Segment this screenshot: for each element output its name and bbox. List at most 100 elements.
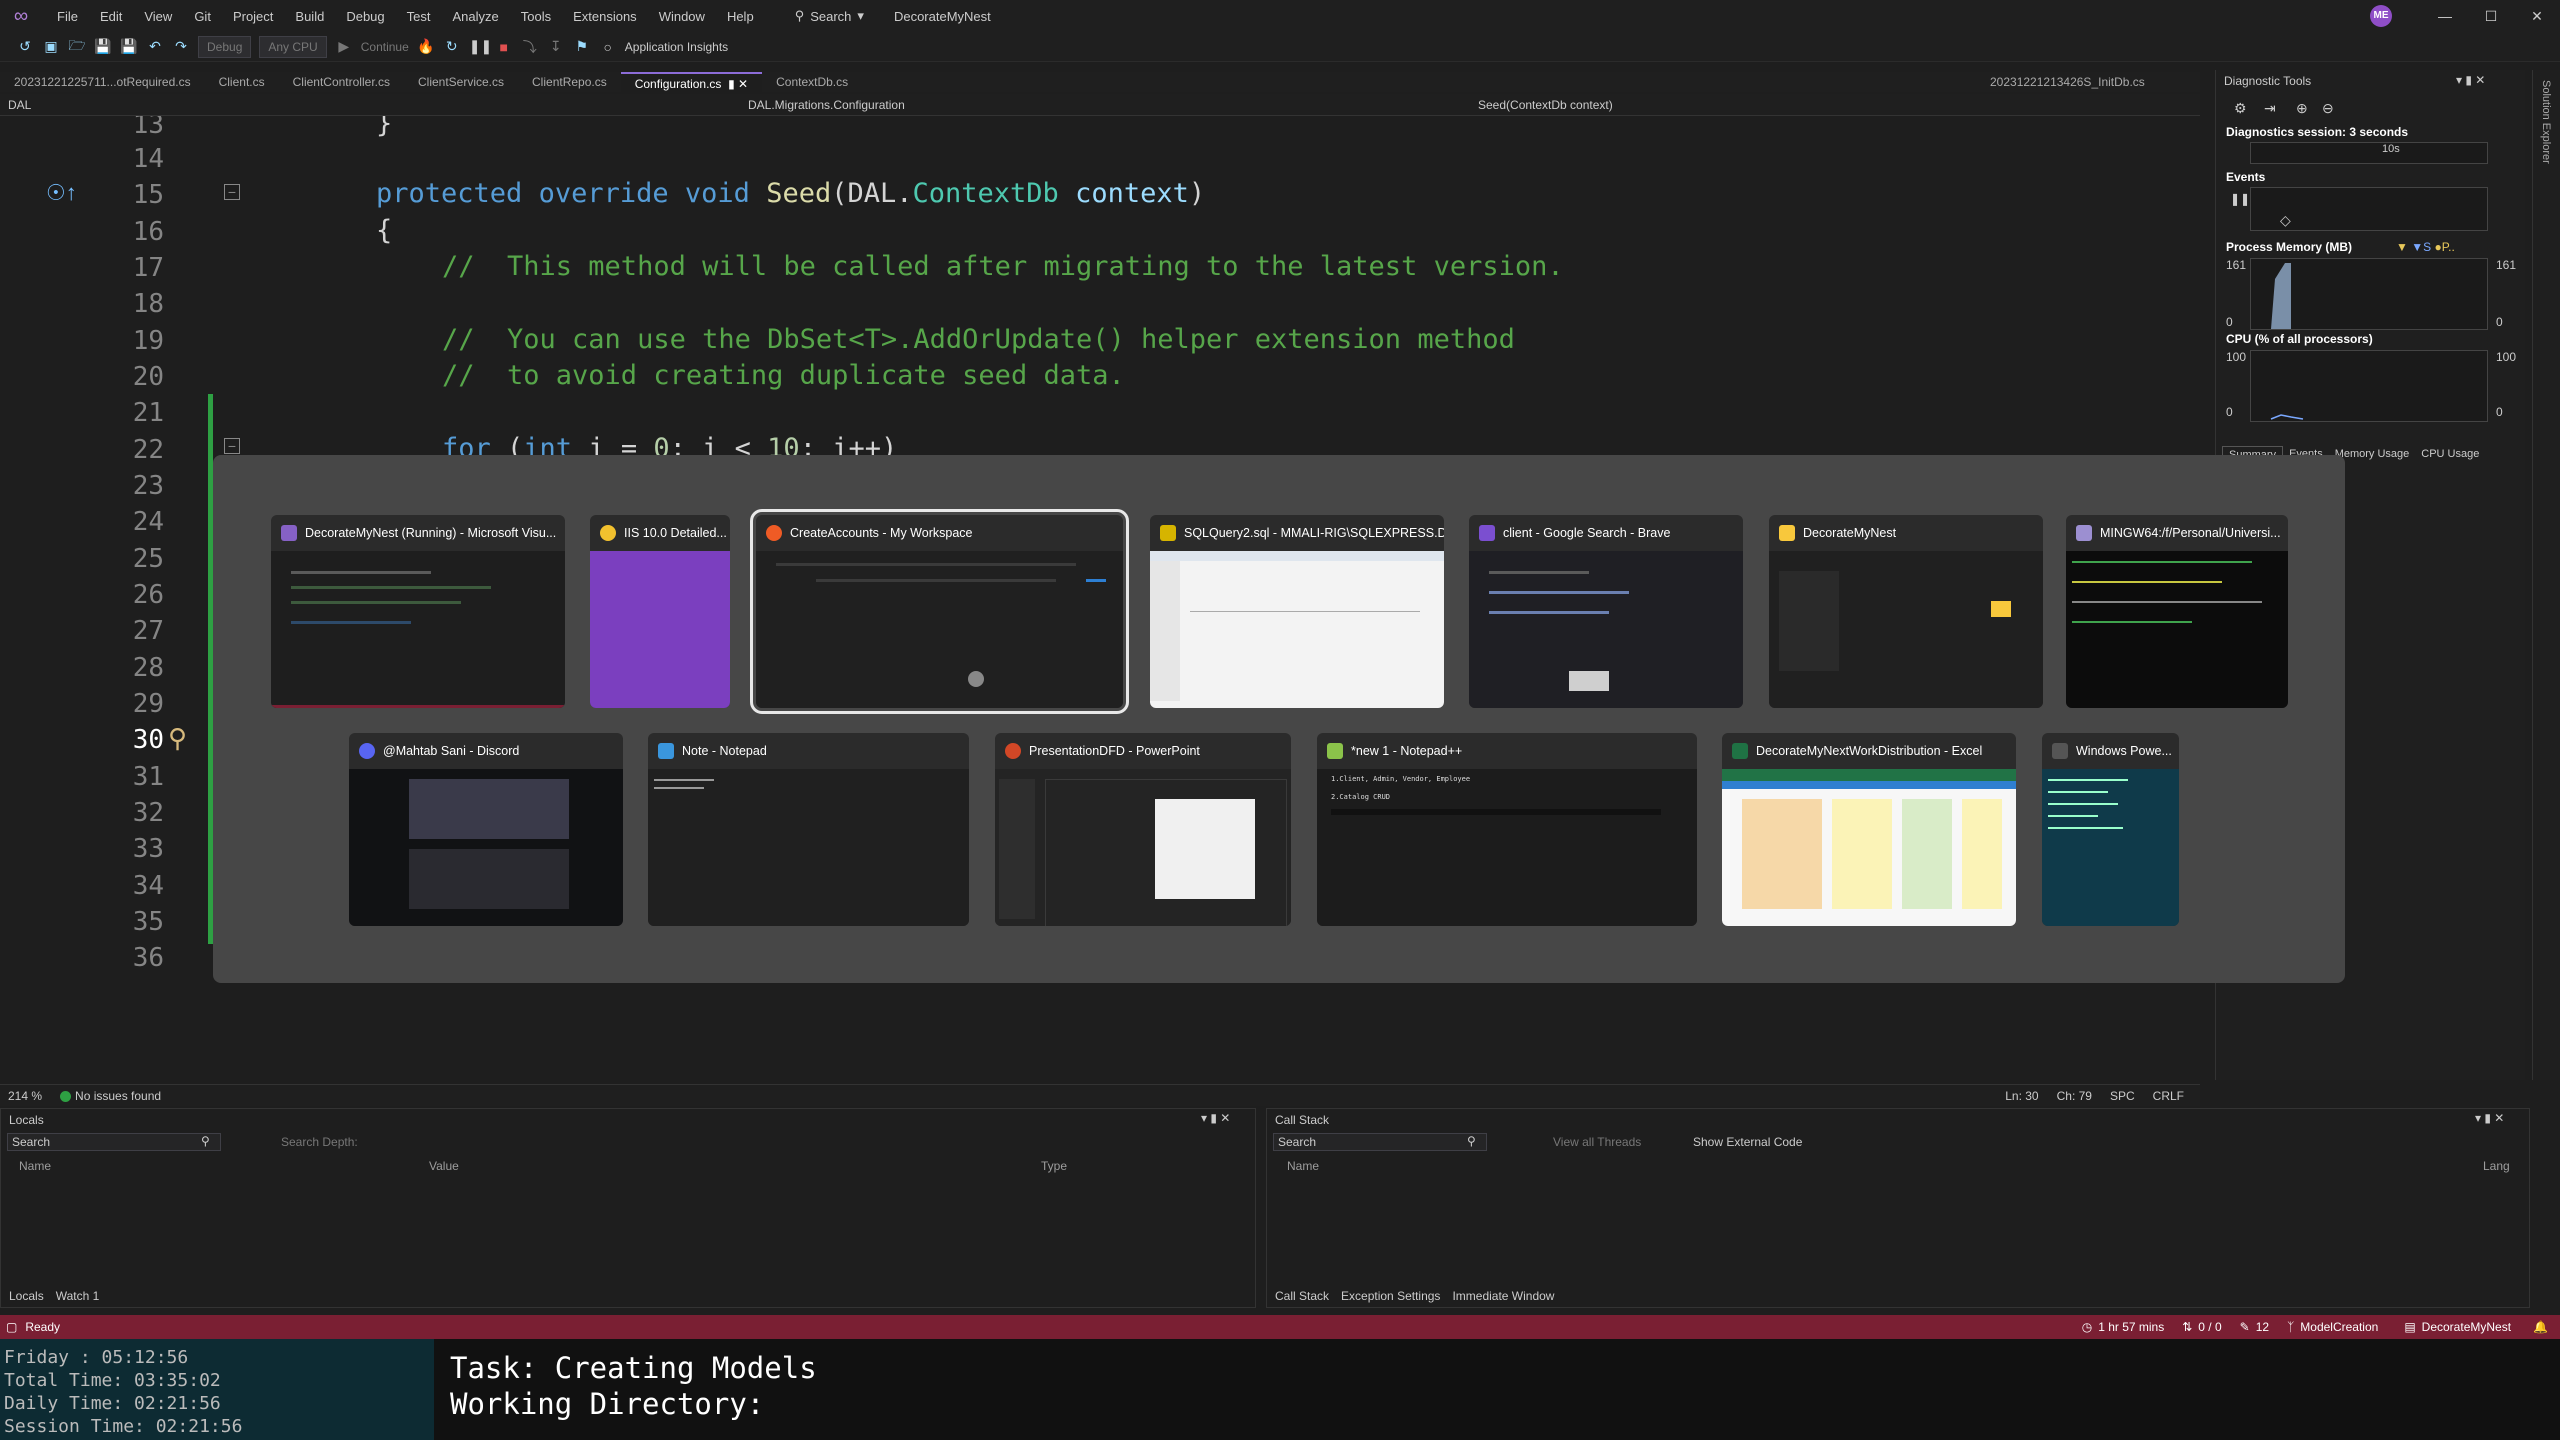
window-tile-git-bash[interactable]: MINGW64:/f/Personal/Universi... [2066,515,2288,708]
tab-init-db[interactable]: 20231221213426S_InitDb.cs [1990,72,2145,92]
close-button[interactable]: ✕ [2514,8,2560,25]
window-tile-powerpoint[interactable]: PresentationDFD - PowerPoint [995,733,1291,926]
tab-client[interactable]: Client.cs [205,72,279,92]
line-indicator[interactable]: Ln: 30 [2005,1089,2038,1103]
search-icon[interactable]: ⚲ [201,1134,210,1148]
cpu-graph[interactable] [2250,350,2488,422]
tab-call-stack[interactable]: Call Stack [1275,1289,1329,1303]
tab-client-service[interactable]: ClientService.cs [404,72,518,92]
tab-locals[interactable]: Locals [9,1289,44,1303]
locals-col-value[interactable]: Value [429,1159,459,1173]
timeline-ruler[interactable] [2250,142,2488,164]
back-icon[interactable]: ↺ [16,38,34,55]
stop-icon[interactable]: ■ [495,39,513,55]
type-dropdown[interactable]: DAL.Migrations.Configuration [740,98,1470,112]
git-repo[interactable]: DecorateMyNest [2422,1320,2511,1334]
solution-explorer-tab[interactable]: Solution Explorer [2540,80,2552,164]
window-tile-postman[interactable]: CreateAccounts - My Workspace [750,509,1129,714]
avatar[interactable]: ME [2370,5,2392,27]
project-dropdown[interactable]: DAL [0,98,740,112]
member-dropdown[interactable]: Seed(ContextDb context) [1470,98,2170,112]
view-all-threads-button[interactable]: View all Threads [1553,1135,1641,1149]
menu-build[interactable]: Build [284,9,335,24]
menu-project[interactable]: Project [222,9,284,24]
zoom-in-icon[interactable]: ⊕ [2296,100,2308,117]
menu-git[interactable]: Git [183,9,222,24]
tab-exception-settings[interactable]: Exception Settings [1341,1289,1440,1303]
pin-icon[interactable]: ▾ ▮ ✕ [2456,73,2485,87]
debug-time[interactable]: 1 hr 57 mins [2098,1320,2164,1334]
search-icon[interactable]: ⚲ [1467,1134,1476,1148]
menu-test[interactable]: Test [396,9,442,24]
reference-codelens-icon[interactable]: ☉↑ [46,180,77,206]
menu-extensions[interactable]: Extensions [562,9,648,24]
memory-graph[interactable] [2250,258,2488,330]
window-tile-excel[interactable]: DecorateMyNextWorkDistribution - Excel [1722,733,2016,926]
settings-icon[interactable]: ⚙ [2234,100,2247,117]
window-tile-powershell[interactable]: Windows Powe... [2042,733,2179,926]
window-tile-discord[interactable]: @Mahtab Sani - Discord [349,733,623,926]
open-folder-icon[interactable]: 🗁 [68,35,86,59]
tab-watch-1[interactable]: Watch 1 [56,1289,100,1303]
locals-col-name[interactable]: Name [19,1159,51,1173]
step-over-icon[interactable]: ⤵ [521,37,539,57]
locals-search-input[interactable]: Search [7,1133,221,1151]
zoom-out-icon[interactable]: ⊖ [2322,100,2334,117]
redo-icon[interactable]: ↷ [172,38,190,55]
undo-icon[interactable]: ↶ [146,38,164,55]
callstack-search-input[interactable]: Search [1273,1133,1487,1151]
panel-controls-icon[interactable]: ▾ ▮ ✕ [1201,1111,1230,1125]
column-indicator[interactable]: Ch: 79 [2057,1089,2092,1103]
maximize-button[interactable]: ☐ [2468,8,2514,25]
window-tile-visual-studio[interactable]: DecorateMyNest (Running) - Microsoft Vis… [271,515,565,708]
tab-immediate-window[interactable]: Immediate Window [1452,1289,1554,1303]
save-icon[interactable]: 💾 [94,38,112,55]
menu-analyze[interactable]: Analyze [441,9,509,24]
notification-bell-icon[interactable]: 🔔 [2533,1320,2548,1334]
tab-configuration[interactable]: Configuration.cs ▮ ✕ [620,72,763,92]
save-all-icon[interactable]: 💾 [120,38,138,55]
locals-col-type[interactable]: Type [1041,1159,1067,1173]
menu-debug[interactable]: Debug [335,9,395,24]
search-box[interactable]: ⚲ Search ▾ [785,5,874,27]
pause-icon[interactable]: ❚❚ [469,38,492,55]
hot-reload-icon[interactable]: 🔥 [417,38,435,55]
configuration-select[interactable]: Debug [198,35,252,58]
tab-client-controller[interactable]: ClientController.cs [279,72,404,92]
zoom-level[interactable]: 214 % [8,1089,42,1103]
window-tile-brave[interactable]: client - Google Search - Brave [1469,515,1743,708]
window-tile-explorer[interactable]: DecorateMyNest [1769,515,2043,708]
show-external-code-button[interactable]: Show External Code [1693,1135,1802,1149]
menu-file[interactable]: File [46,9,89,24]
continue-button[interactable]: Continue [361,40,409,54]
restart-icon[interactable]: ↻ [443,38,461,55]
menu-help[interactable]: Help [716,9,765,24]
panel-controls-icon[interactable]: ▾ ▮ ✕ [2475,1111,2504,1125]
window-tile-notepadpp[interactable]: *new 1 - Notepad++ 1.Client, Admin, Vend… [1317,733,1697,926]
menu-tools[interactable]: Tools [510,9,562,24]
lightbulb-icon[interactable]: ⚲ [168,723,187,754]
tab-contextdb[interactable]: ContextDb.cs [762,72,862,92]
application-insights-button[interactable]: Application Insights [625,40,728,54]
window-tile-ssms[interactable]: SQLQuery2.sql - MMALI-RIG\SQLEXPRESS.D..… [1150,515,1444,708]
continue-icon[interactable]: ▶ [335,38,353,55]
menu-window[interactable]: Window [648,9,716,24]
platform-select[interactable]: Any CPU [259,35,327,58]
tab-cpu-usage[interactable]: CPU Usage [2415,446,2485,464]
minimize-button[interactable]: — [2422,8,2468,24]
export-icon[interactable]: ⇥ [2264,100,2276,117]
window-tile-notepad[interactable]: Note - Notepad [648,733,969,926]
issues-indicator[interactable]: No issues found [60,1089,161,1103]
menu-edit[interactable]: Edit [89,9,133,24]
step-into-icon[interactable]: ↧ [547,38,565,55]
collapse-toggle-icon[interactable]: − [224,184,240,200]
callstack-col-name[interactable]: Name [1287,1159,1319,1173]
new-file-icon[interactable]: ▣ [42,38,60,55]
line-ending-indicator[interactable]: CRLF [2153,1089,2184,1103]
menu-view[interactable]: View [133,9,183,24]
git-branch[interactable]: ModelCreation [2300,1320,2378,1334]
pending-changes[interactable]: 12 [2256,1320,2269,1334]
tab-client-repo[interactable]: ClientRepo.cs [518,72,621,92]
collapse-toggle-icon[interactable]: − [224,438,240,454]
callstack-col-lang[interactable]: Lang [2483,1159,2510,1173]
